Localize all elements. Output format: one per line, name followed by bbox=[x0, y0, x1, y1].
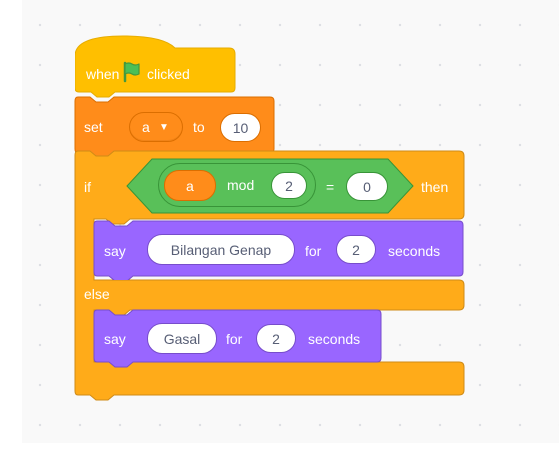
if-label: if bbox=[84, 179, 91, 195]
say-duration-input[interactable]: 2 bbox=[336, 235, 376, 264]
set-value-input[interactable]: 10 bbox=[220, 113, 261, 142]
for-label: for bbox=[226, 331, 243, 347]
mod-operator-block[interactable]: a mod 2 bbox=[158, 163, 316, 207]
equals-sign: = bbox=[326, 179, 335, 195]
say-duration-input[interactable]: 2 bbox=[256, 324, 296, 353]
say-label: say bbox=[104, 331, 126, 347]
then-label: then bbox=[421, 179, 449, 195]
hat-block-shape bbox=[75, 35, 236, 98]
seconds-label: seconds bbox=[308, 331, 361, 347]
say-message-input[interactable]: Gasal bbox=[147, 323, 217, 354]
else-label: else bbox=[84, 286, 110, 302]
dropdown-arrow-icon: ▼ bbox=[159, 122, 169, 133]
green-flag-icon bbox=[123, 61, 140, 83]
set-label: set bbox=[84, 119, 103, 135]
for-label: for bbox=[305, 243, 322, 259]
say-message-input[interactable]: Bilangan Genap bbox=[147, 234, 295, 265]
seconds-label: seconds bbox=[388, 243, 441, 259]
when-label: when bbox=[86, 66, 120, 82]
to-label: to bbox=[193, 119, 205, 135]
compare-value-input[interactable]: 0 bbox=[346, 172, 388, 201]
say-label: say bbox=[104, 243, 126, 259]
variable-dropdown[interactable]: a ▼ bbox=[129, 112, 183, 142]
mod-value-input[interactable]: 2 bbox=[271, 172, 307, 199]
workspace-bottom-edge bbox=[22, 443, 559, 453]
mod-label: mod bbox=[227, 177, 255, 193]
variable-reporter-label: a bbox=[186, 178, 194, 194]
variable-reporter-a[interactable]: a bbox=[164, 170, 216, 201]
clicked-label: clicked bbox=[147, 66, 190, 82]
variable-dropdown-value: a bbox=[142, 119, 150, 135]
